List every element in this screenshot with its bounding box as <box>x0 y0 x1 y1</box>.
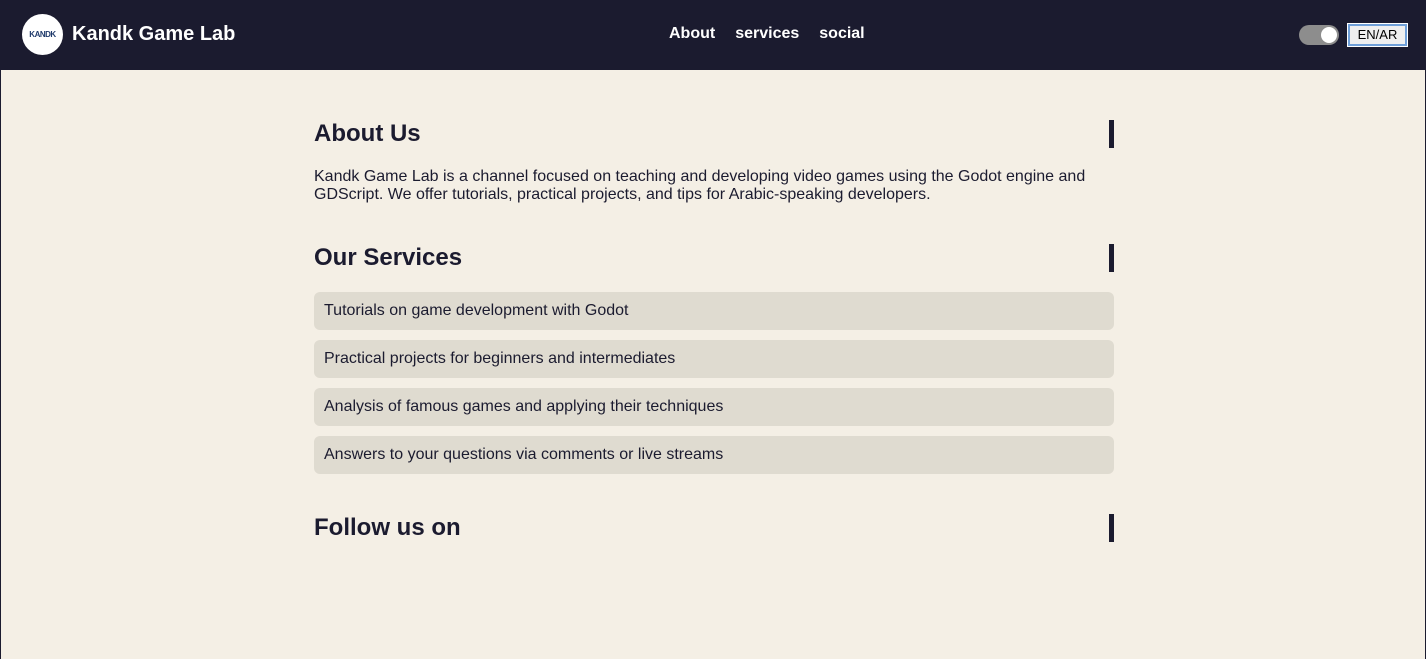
toggle-knob <box>1321 27 1337 43</box>
social-section: Follow us on <box>314 514 1114 542</box>
about-title: About Us <box>314 120 1114 148</box>
logo[interactable]: KANDK <box>22 14 63 55</box>
social-title: Follow us on <box>314 514 1114 542</box>
about-description: Kandk Game Lab is a channel focused on t… <box>314 168 1086 203</box>
services-section: Our Services Tutorials on game developme… <box>314 244 1114 484</box>
service-item: Tutorials on game development with Godot <box>314 292 1114 330</box>
site-title[interactable]: Kandk Game Lab <box>72 22 235 46</box>
services-list: Tutorials on game development with Godot… <box>314 292 1114 474</box>
nav-link-services[interactable]: services <box>735 24 799 44</box>
main-nav: About services social <box>669 24 865 44</box>
service-item: Practical projects for beginners and int… <box>314 340 1114 378</box>
about-section: About Us Kandk Game Lab is a channel foc… <box>314 120 1114 204</box>
service-item: Answers to your questions via comments o… <box>314 436 1114 474</box>
theme-toggle[interactable] <box>1299 25 1339 45</box>
services-title: Our Services <box>314 244 1114 272</box>
nav-link-about[interactable]: About <box>669 24 715 44</box>
section-accent-bar <box>1109 514 1114 542</box>
section-accent-bar <box>1109 120 1114 148</box>
site-header: KANDK Kandk Game Lab About services soci… <box>1 0 1426 70</box>
language-button[interactable]: EN/AR <box>1347 23 1408 47</box>
section-accent-bar <box>1109 244 1114 272</box>
nav-link-social[interactable]: social <box>819 24 864 44</box>
social-title-text: Follow us on <box>314 514 461 541</box>
service-item: Analysis of famous games and applying th… <box>314 388 1114 426</box>
logo-text: KANDK <box>29 30 56 39</box>
services-title-text: Our Services <box>314 244 463 271</box>
about-title-text: About Us <box>314 120 421 147</box>
